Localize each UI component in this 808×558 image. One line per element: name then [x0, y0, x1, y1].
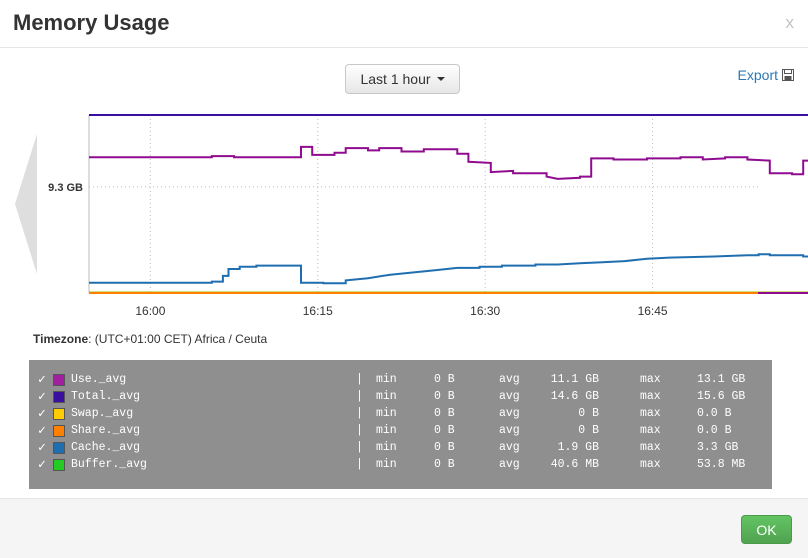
legend-max-label: max — [640, 441, 661, 454]
x-tick-label: 16:15 — [303, 304, 333, 318]
check-icon[interactable]: ✓ — [38, 440, 46, 455]
modal-header: Memory Usage x — [0, 0, 808, 48]
legend-avg-label: avg — [499, 407, 520, 420]
export-label: Export — [737, 67, 778, 83]
legend-series-name: Cache._avg — [71, 441, 141, 454]
close-button[interactable]: x — [786, 13, 795, 33]
legend-max-label: max — [640, 407, 661, 420]
legend-max-value: 0.0 B — [697, 407, 732, 420]
legend-avg-label: avg — [499, 373, 520, 386]
save-icon — [782, 69, 794, 81]
legend-separator: | — [356, 441, 363, 454]
legend-avg-value: 14.6 GB — [550, 390, 599, 403]
x-tick-label: 16:30 — [470, 304, 500, 318]
legend-row[interactable]: ✓ Use._avg | min 0 B avg 11.1 GB max 13.1 GB — [29, 372, 772, 390]
legend-min-label: min — [376, 441, 397, 454]
legend-max-value: 53.8 MB — [697, 458, 746, 471]
legend-avg-value: 0 B — [578, 407, 599, 420]
caret-down-icon — [436, 77, 445, 81]
legend-max-value: 15.6 GB — [697, 390, 746, 403]
legend-row[interactable]: ✓ Share._avg | min 0 B avg 0 B max 0.0 B — [29, 423, 772, 441]
x-tick-label: 16:45 — [638, 304, 668, 318]
legend-min-label: min — [376, 424, 397, 437]
check-icon[interactable]: ✓ — [38, 457, 46, 472]
series-line-cache — [89, 253, 808, 285]
time-range-label: Last 1 hour — [360, 71, 431, 87]
legend-min-value: 0 B — [434, 441, 455, 454]
check-icon[interactable]: ✓ — [38, 423, 46, 438]
ok-button[interactable]: OK — [741, 515, 792, 544]
legend-row[interactable]: ✓ Swap._avg | min 0 B avg 0 B max 0.0 B — [29, 406, 772, 424]
legend-avg-value: 11.1 GB — [550, 373, 599, 386]
x-tick-label: 16:00 — [135, 304, 165, 318]
check-icon[interactable]: ✓ — [38, 389, 46, 404]
legend-min-label: min — [376, 390, 397, 403]
legend-max-label: max — [640, 424, 661, 437]
legend-avg-label: avg — [499, 458, 520, 471]
legend-min-label: min — [376, 407, 397, 420]
check-icon[interactable]: ✓ — [38, 372, 46, 387]
color-swatch — [53, 408, 65, 420]
legend-min-value: 0 B — [434, 424, 455, 437]
legend-row[interactable]: ✓ Buffer._avg | min 0 B avg 40.6 MB max 53.8 MB — [29, 457, 772, 475]
legend-min-value: 0 B — [434, 390, 455, 403]
legend-series-name: Total._avg — [71, 390, 141, 403]
timezone-value: : (UTC+01:00 CET) Africa / Ceuta — [88, 332, 268, 346]
legend-min-value: 0 B — [434, 458, 455, 471]
series-line-total — [89, 114, 808, 116]
modal-title: Memory Usage — [13, 10, 170, 35]
legend-max-value: 0.0 B — [697, 424, 732, 437]
legend-series-name: Buffer._avg — [71, 458, 147, 471]
legend-separator: | — [356, 407, 363, 420]
legend-avg-label: avg — [499, 441, 520, 454]
legend-row[interactable]: ✓ Cache._avg | min 0 B avg 1.9 GB max 3.3 GB — [29, 440, 772, 458]
legend-avg-label: avg — [499, 390, 520, 403]
legend-max-label: max — [640, 373, 661, 386]
chart-series — [89, 114, 808, 294]
legend-separator: | — [356, 458, 363, 471]
timezone-info: Timezone: (UTC+01:00 CET) Africa / Ceuta — [33, 332, 267, 346]
legend-min-value: 0 B — [434, 373, 455, 386]
legend-row[interactable]: ✓ Total._avg | min 0 B avg 14.6 GB max 15.6 GB — [29, 389, 772, 407]
chart-grid — [88, 115, 758, 294]
legend-series-name: Use._avg — [71, 373, 127, 386]
modal-footer: OK — [0, 498, 808, 558]
color-swatch — [53, 391, 65, 403]
color-swatch — [53, 459, 65, 471]
legend-max-label: max — [640, 390, 661, 403]
legend-separator: | — [356, 390, 363, 403]
y-tick-label: 9.3 GB — [48, 182, 83, 194]
legend-avg-value: 1.9 GB — [557, 441, 599, 454]
memory-chart: 16:00 16:15 16:30 16:45 9.3 GB — [48, 114, 808, 318]
legend-avg-value: 40.6 MB — [550, 458, 599, 471]
color-swatch — [53, 425, 65, 437]
time-range-dropdown[interactable]: Last 1 hour — [345, 64, 460, 94]
color-swatch — [53, 442, 65, 454]
legend-min-label: min — [376, 458, 397, 471]
legend-panel: ✓ Use._avg | min 0 B avg 11.1 GB max 13.1 GB ✓ Tot… — [29, 360, 772, 489]
legend-max-value: 3.3 GB — [697, 441, 739, 454]
legend-avg-value: 0 B — [578, 424, 599, 437]
legend-avg-label: avg — [499, 424, 520, 437]
legend-series-name: Swap._avg — [71, 407, 134, 420]
legend-min-value: 0 B — [434, 407, 455, 420]
legend-min-label: min — [376, 373, 397, 386]
export-link[interactable]: Export — [738, 67, 794, 83]
color-swatch — [53, 374, 65, 386]
check-icon[interactable]: ✓ — [38, 406, 46, 421]
legend-series-name: Share._avg — [71, 424, 141, 437]
legend-separator: | — [356, 424, 363, 437]
timezone-label: Timezone — [33, 332, 89, 346]
legend-max-value: 13.1 GB — [697, 373, 746, 386]
chart-ticks: 16:00 16:15 16:30 16:45 9.3 GB — [48, 182, 668, 318]
legend-max-label: max — [640, 458, 661, 471]
legend-separator: | — [356, 373, 363, 386]
series-line-use — [89, 145, 808, 180]
